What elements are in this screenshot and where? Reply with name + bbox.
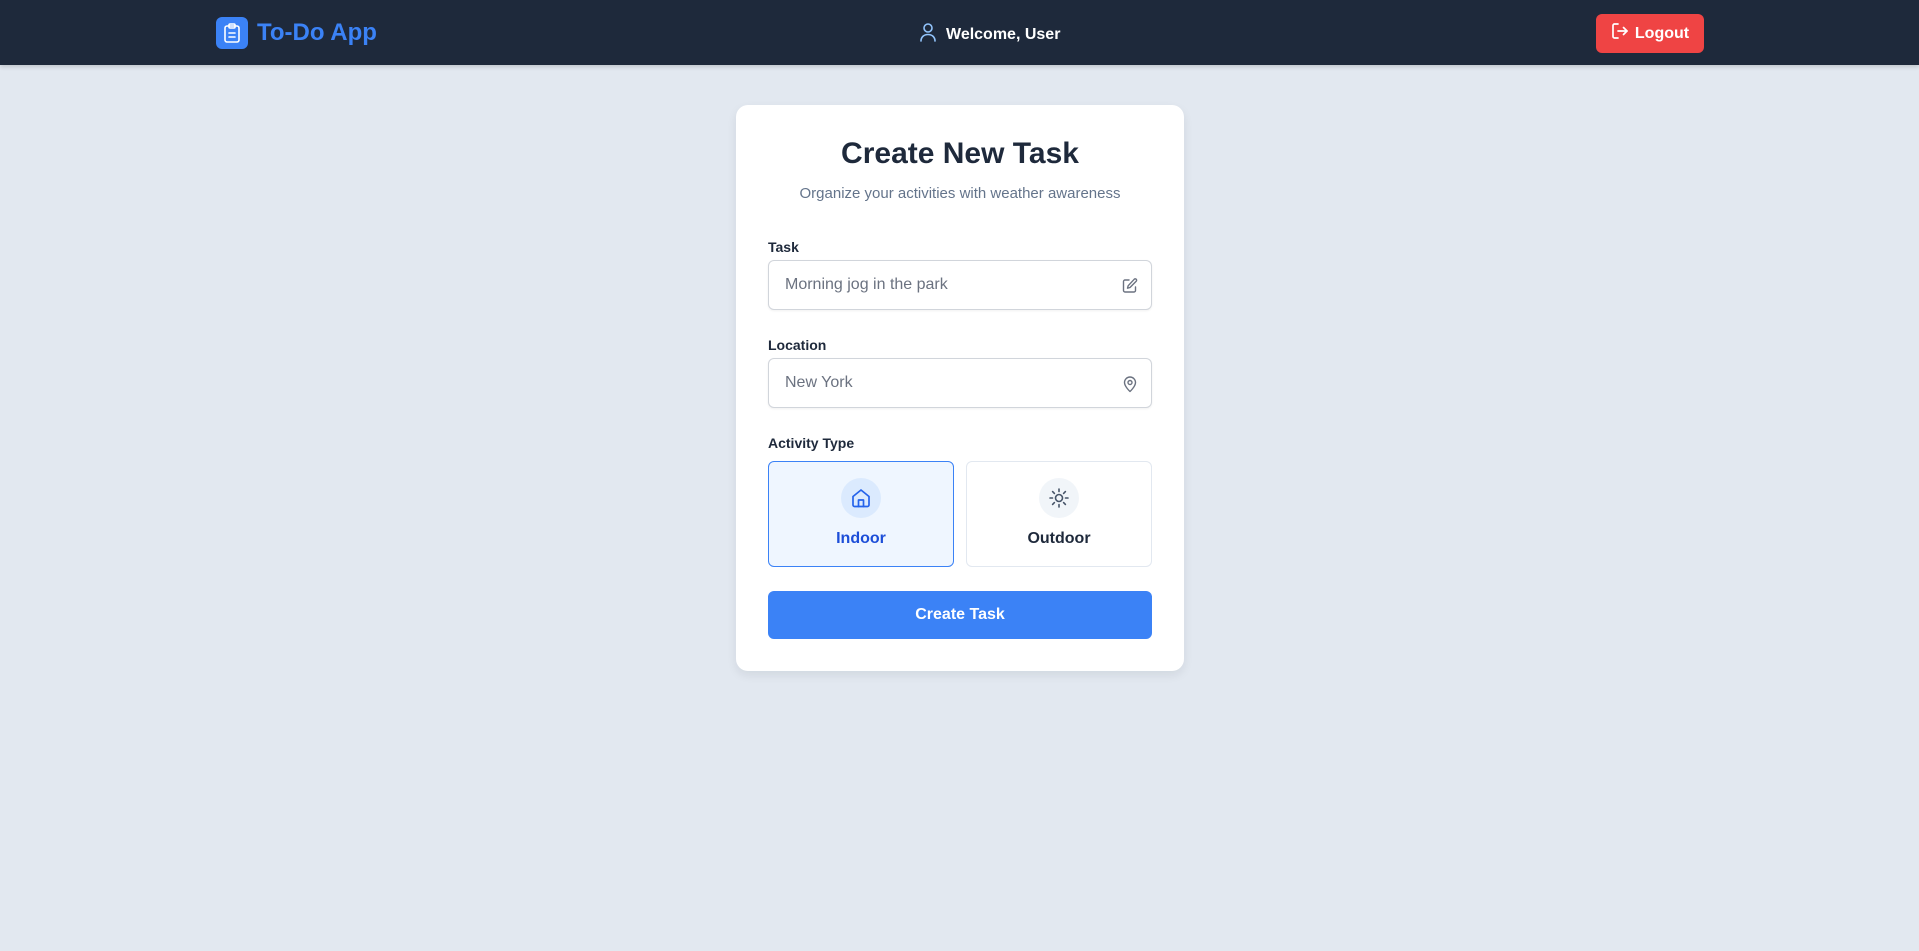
clipboard-icon (216, 17, 248, 49)
location-input[interactable] (769, 359, 1151, 407)
activity-option-outdoor[interactable]: Outdoor (966, 461, 1152, 567)
activity-option-label: Outdoor (1027, 530, 1091, 547)
brand[interactable]: To-Do App (216, 17, 377, 49)
location-field (768, 358, 1152, 408)
sun-icon (1039, 478, 1079, 518)
edit-icon (1121, 277, 1139, 295)
map-pin-icon (1121, 375, 1139, 393)
location-label: Location (768, 337, 827, 353)
task-input[interactable] (769, 261, 1151, 309)
user-icon (919, 22, 937, 47)
welcome-text: Welcome, User (946, 25, 1061, 43)
home-icon (841, 478, 881, 518)
task-label: Task (768, 239, 799, 255)
task-field (768, 260, 1152, 310)
activity-option-label: Indoor (836, 530, 886, 547)
create-task-card: Create New Task Organize your activities… (736, 105, 1184, 671)
top-navbar: To-Do App Welcome, User Logout (0, 0, 1919, 65)
logout-button[interactable]: Logout (1596, 14, 1704, 53)
page-title: Create New Task (841, 137, 1079, 170)
welcome-message: Welcome, User (919, 22, 1060, 47)
activity-option-indoor[interactable]: Indoor (768, 461, 954, 567)
logout-icon (1611, 22, 1629, 45)
activity-type-label: Activity Type (768, 435, 855, 451)
page-subtitle: Organize your activities with weather aw… (799, 185, 1121, 202)
create-task-button[interactable]: Create Task (768, 591, 1152, 639)
logout-label: Logout (1634, 24, 1690, 42)
app-title: To-Do App (257, 19, 377, 46)
